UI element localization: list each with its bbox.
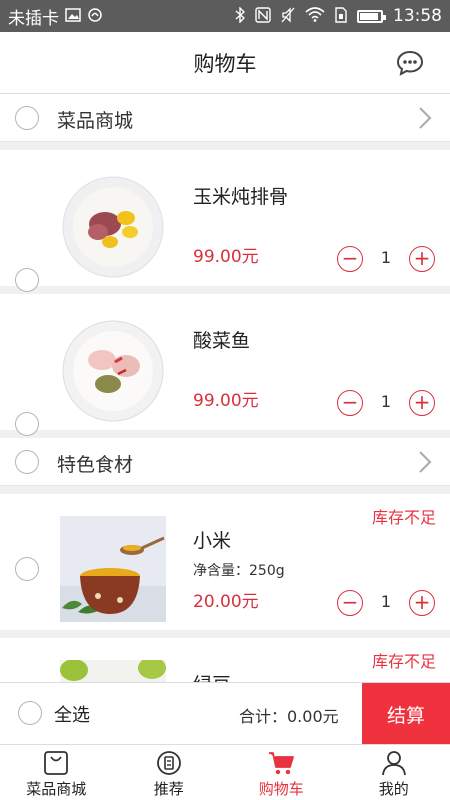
item-name: 酸菜鱼 xyxy=(193,330,251,352)
status-bar: 未插卡 13:58 xyxy=(0,0,450,32)
cart-icon xyxy=(269,752,295,775)
item-select-radio[interactable] xyxy=(15,557,39,581)
chevron-right-icon[interactable] xyxy=(418,106,432,130)
tab-dish-mall[interactable]: 菜品商城 xyxy=(0,745,113,800)
item-name: 小米 xyxy=(193,530,232,552)
bluetooth-icon xyxy=(235,5,246,26)
stock-warning: 库存不足 xyxy=(371,508,436,527)
decrease-button[interactable]: − xyxy=(337,246,363,272)
store-select-radio[interactable] xyxy=(15,106,39,130)
stock-warning: 库存不足 xyxy=(371,652,436,671)
item-price: 99.00元 xyxy=(193,391,259,411)
quantity-stepper: − 1 + xyxy=(337,246,435,272)
cart-item: 库存不足 绿豆 xyxy=(0,638,450,682)
message-icon[interactable] xyxy=(396,49,424,77)
item-image[interactable] xyxy=(60,516,166,622)
item-spec: 净含量：250g xyxy=(193,563,285,579)
item-image[interactable] xyxy=(60,318,166,424)
store-name: 特色食材 xyxy=(57,454,134,476)
decrease-button[interactable]: − xyxy=(337,390,363,416)
recommend-icon xyxy=(156,751,181,775)
mute-icon xyxy=(281,6,295,26)
cart-item: 库存不足 小米 净含量：250g 20.00元 − 1 + xyxy=(0,494,450,630)
page-title: 购物车 xyxy=(193,51,257,76)
notification-icon xyxy=(87,7,103,26)
item-price: 20.00元 xyxy=(193,592,259,612)
clock-label: 13:58 xyxy=(393,6,442,26)
increase-button[interactable]: + xyxy=(409,590,435,616)
decrease-button[interactable]: − xyxy=(337,590,363,616)
tab-label: 我的 xyxy=(378,780,409,798)
quantity-stepper: − 1 + xyxy=(337,390,435,416)
user-icon xyxy=(381,751,406,776)
quantity-value: 1 xyxy=(380,392,392,411)
bottom-tab-bar: 菜品商城 推荐 购物车 我的 xyxy=(0,744,450,800)
tab-label: 推荐 xyxy=(153,780,184,798)
item-name: 玉米炖排骨 xyxy=(193,186,289,208)
battery-icon xyxy=(357,9,386,23)
bag-icon xyxy=(44,751,69,775)
store-name: 菜品商城 xyxy=(57,110,134,132)
app-header: 购物车 xyxy=(0,32,450,94)
quantity-value: 1 xyxy=(380,592,392,611)
total-amount: 合计：0.00元 xyxy=(239,707,339,726)
store-header-ingredients[interactable]: 特色食材 xyxy=(0,438,450,486)
item-name: 绿豆 xyxy=(193,670,231,682)
checkout-button[interactable]: 结算 xyxy=(362,683,450,745)
quantity-stepper: − 1 + xyxy=(337,590,435,616)
chevron-right-icon[interactable] xyxy=(418,450,432,474)
sim-icon xyxy=(335,6,347,26)
increase-button[interactable]: + xyxy=(409,246,435,272)
quantity-value: 1 xyxy=(380,248,392,267)
item-select-radio[interactable] xyxy=(15,268,39,292)
image-icon xyxy=(65,7,81,25)
tab-mine[interactable]: 我的 xyxy=(338,745,450,800)
store-header-dishes[interactable]: 菜品商城 xyxy=(0,94,450,142)
tab-label: 菜品商城 xyxy=(26,780,87,798)
checkout-bar: 全选 合计：0.00元 结算 xyxy=(0,682,450,745)
store-select-radio[interactable] xyxy=(15,450,39,474)
cart-list: 菜品商城 玉米炖排骨 99.00元 − 1 + 酸菜鱼 99.00元 − 1 +… xyxy=(0,94,450,682)
item-price: 99.00元 xyxy=(193,247,259,267)
carrier-label: 未插卡 xyxy=(8,8,59,29)
nfc-icon xyxy=(255,6,271,26)
item-image[interactable] xyxy=(60,660,166,682)
increase-button[interactable]: + xyxy=(409,390,435,416)
select-all-label[interactable]: 全选 xyxy=(54,701,90,727)
item-image[interactable] xyxy=(60,174,166,280)
tab-cart[interactable]: 购物车 xyxy=(225,745,338,800)
item-select-radio[interactable] xyxy=(15,412,39,436)
tab-recommend[interactable]: 推荐 xyxy=(113,745,226,800)
cart-item: 玉米炖排骨 99.00元 − 1 + xyxy=(0,150,450,292)
cart-item: 酸菜鱼 99.00元 − 1 + xyxy=(0,294,450,436)
tab-label: 购物车 xyxy=(258,780,304,798)
wifi-icon xyxy=(305,7,325,25)
select-all-radio[interactable] xyxy=(18,701,42,725)
